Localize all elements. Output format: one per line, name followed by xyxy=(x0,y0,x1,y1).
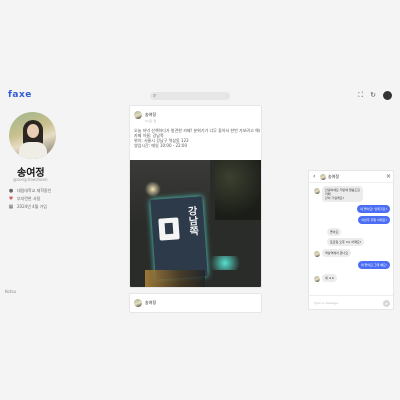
top-icons: ⛶ ↻ xyxy=(358,90,392,100)
chat-window: ‹ 송여정 × 안녕하세요 저번에 말씀드린 카페 같이 가실래요? 네 좋아요… xyxy=(308,170,394,310)
message-bubble: 역삼역에서 만나요 xyxy=(322,249,352,257)
search-input[interactable]: ⌕ xyxy=(150,92,230,100)
post-header: 송여정 xyxy=(134,299,156,307)
app-root: faxe ⌕ ⛶ ↻ 송여정 @song.haechoon ● 대림대학교 재학… xyxy=(0,0,400,400)
post-photo[interactable]: 강남쪽 xyxy=(130,160,261,287)
close-icon[interactable]: × xyxy=(386,173,391,180)
message-bubble: 네 ㅎㅎ xyxy=(322,274,338,282)
sign-logo-icon xyxy=(158,217,180,241)
feed-post: 송여정 1시간 전 오늘 저녁 산책하다가 발견한 카페! 분위기가 너무 좋아… xyxy=(129,105,262,288)
chat-title: 송여정 xyxy=(328,174,340,179)
send-icon[interactable]: ➤ xyxy=(383,300,390,307)
message-input[interactable]: Type a message xyxy=(314,301,338,305)
search-icon: ⌕ xyxy=(153,92,157,99)
profile-handle: @song.haechoon xyxy=(13,177,48,182)
profile-panel: 송여정 @song.haechoon ● 대림대학교 재학중인 ♥ 부지런한 사… xyxy=(0,108,100,308)
post-header: 송여정 xyxy=(134,111,156,119)
info-row-joined: ▦ 2024년 4월 가입 xyxy=(8,204,47,210)
message-bubble: 토요일 오후 3시 어때요? xyxy=(327,238,365,246)
chat-input-bar: Type a message ➤ xyxy=(309,295,393,309)
sender-avatar xyxy=(314,188,320,194)
message-bubble: 이번주 주말 어때요? xyxy=(358,216,390,224)
message-bubble: 좋아요 xyxy=(327,228,342,236)
sender-avatar xyxy=(314,276,320,282)
message-bubble: 네 좋아요 그때 봬요! xyxy=(357,261,390,269)
info-row-school: ● 대림대학교 재학중인 xyxy=(8,188,52,194)
message-bubble: 안녕하세요 저번에 말씀드린 카페 같이 가실래요? xyxy=(322,186,364,202)
back-arrow-icon[interactable]: ‹ xyxy=(313,173,315,180)
footer-link[interactable]: Kotsu xyxy=(5,289,16,294)
feed-post: 송여정 xyxy=(129,293,262,313)
author-avatar[interactable] xyxy=(134,299,142,307)
app-logo[interactable]: faxe xyxy=(8,90,32,100)
post-author[interactable]: 송여정 xyxy=(145,300,156,306)
refresh-icon[interactable]: ↻ xyxy=(370,90,376,100)
profile-avatar[interactable] xyxy=(9,112,56,159)
chat-header: ‹ 송여정 × xyxy=(309,171,393,183)
post-author[interactable]: 송여정 xyxy=(145,112,156,118)
author-avatar[interactable] xyxy=(134,111,142,119)
person-icon: ● xyxy=(8,188,14,194)
post-time: 1시간 전 xyxy=(145,119,157,123)
calendar-icon: ▦ xyxy=(8,204,14,210)
chat-avatar xyxy=(320,174,326,180)
profile-info: ● 대림대학교 재학중인 ♥ 부지런한 사람 ▦ 2024년 4월 가입 xyxy=(8,187,52,211)
avatar[interactable] xyxy=(383,90,392,100)
heart-icon: ♥ xyxy=(8,196,14,202)
sender-avatar xyxy=(314,251,320,257)
top-bar: faxe ⌕ ⛶ ↻ xyxy=(0,88,400,106)
info-row-bio: ♥ 부지런한 사람 xyxy=(8,196,41,202)
post-text: 오늘 저녁 산책하다가 발견한 카페! 분위기가 너무 좋아서 한번 가보려고 … xyxy=(134,128,260,148)
expand-icon[interactable]: ⛶ xyxy=(358,90,363,100)
message-bubble: 네 좋아요! 언제가요? xyxy=(357,205,390,213)
